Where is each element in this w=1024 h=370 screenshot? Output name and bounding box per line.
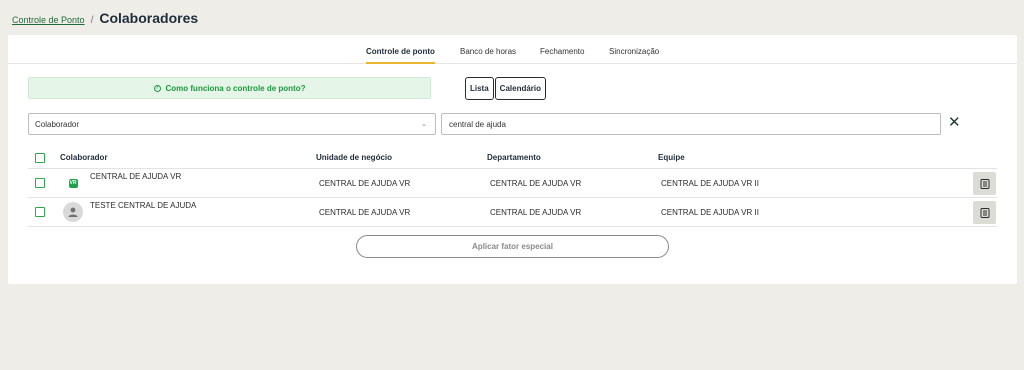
employee-team: CENTRAL DE AJUDA VR II (661, 179, 759, 188)
employees-table: Colaborador Unidade de negócio Departame… (28, 149, 997, 227)
tab-sincronizacao[interactable]: Sincronização (609, 47, 659, 62)
question-circle-icon: ? (153, 84, 161, 92)
help-banner-label: Como funciona o controle de ponto? (165, 83, 306, 93)
breadcrumb-separator: / (90, 15, 94, 26)
page-title: Colaboradores (99, 10, 199, 26)
employee-department: CENTRAL DE AJUDA VR (490, 208, 582, 217)
filter-type-value: Colaborador (35, 119, 80, 129)
tab-banco-de-horas[interactable]: Banco de horas (460, 47, 516, 62)
employee-department: CENTRAL DE AJUDA VR (490, 179, 582, 188)
breadcrumb: Controle de Ponto / Colaboradores (12, 10, 198, 26)
breadcrumb-link-controle-de-ponto[interactable]: Controle de Ponto (12, 15, 85, 25)
row-details-button[interactable] (973, 172, 996, 195)
employee-name: TESTE CENTRAL DE AJUDA (90, 201, 197, 210)
employee-team: CENTRAL DE AJUDA VR II (661, 208, 759, 217)
list-view-button[interactable]: Lista (465, 77, 494, 100)
table-header: Colaborador Unidade de negócio Departame… (28, 149, 997, 169)
table-row: TESTE CENTRAL DE AJUDA CENTRAL DE AJUDA … (28, 198, 997, 227)
person-icon (68, 207, 78, 217)
help-banner[interactable]: ? Como funciona o controle de ponto? (28, 77, 431, 99)
header-colaborador: Colaborador (60, 153, 108, 162)
vr-logo-avatar: VR (63, 173, 83, 193)
row-details-button[interactable] (973, 201, 996, 224)
vr-logo-icon: VR (68, 178, 78, 188)
person-avatar (63, 202, 83, 222)
tab-fechamento[interactable]: Fechamento (540, 47, 584, 62)
header-unidade-de-negocio: Unidade de negócio (316, 153, 393, 162)
search-input[interactable] (441, 113, 941, 135)
chevron-down-icon: ⌄ (421, 121, 427, 128)
tab-controle-de-ponto[interactable]: Controle de ponto (366, 47, 435, 64)
main-card: Controle de ponto Banco de horas Fechame… (8, 35, 1017, 284)
view-toggle: Lista Calendário (465, 77, 547, 100)
filter-type-select[interactable]: Colaborador ⌄ (28, 113, 436, 135)
tab-bar: Controle de ponto Banco de horas Fechame… (8, 35, 1017, 64)
header-departamento: Departamento (487, 153, 541, 162)
clear-search-icon[interactable]: ✕ (948, 115, 961, 130)
calendar-view-button[interactable]: Calendário (494, 77, 547, 100)
document-list-icon (980, 207, 989, 218)
row-checkbox[interactable] (35, 178, 45, 188)
select-all-checkbox[interactable] (35, 153, 45, 163)
document-list-icon (980, 178, 989, 189)
row-checkbox[interactable] (35, 207, 45, 217)
apply-special-factor-button[interactable]: Aplicar fator especial (356, 235, 669, 258)
employee-unit: CENTRAL DE AJUDA VR (319, 179, 411, 188)
employee-unit: CENTRAL DE AJUDA VR (319, 208, 411, 217)
table-row: VR CENTRAL DE AJUDA VR CENTRAL DE AJUDA … (28, 169, 997, 198)
header-equipe: Equipe (658, 153, 685, 162)
employee-name: CENTRAL DE AJUDA VR (90, 172, 182, 181)
